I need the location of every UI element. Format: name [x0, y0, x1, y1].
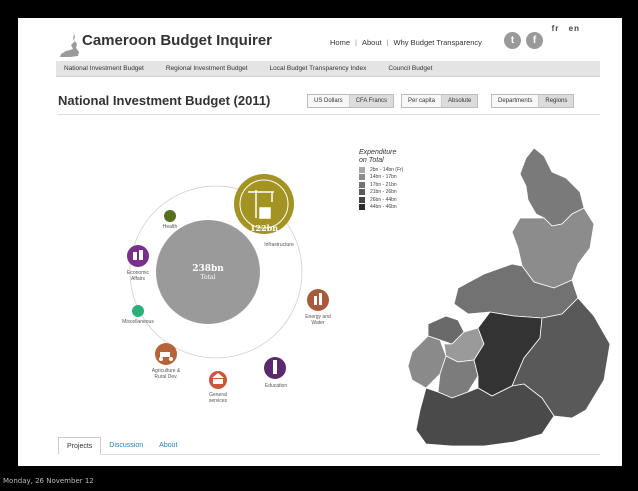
subnav-regional[interactable]: Regional Investment Budget: [162, 65, 258, 72]
usd-button[interactable]: US Dollars: [308, 95, 350, 107]
subnav-local-index[interactable]: Local Budget Transparency Index: [266, 65, 377, 72]
nav-why-transparency[interactable]: Why Budget Transparency: [394, 38, 482, 47]
title-divider: [58, 114, 600, 115]
education-icon: [273, 360, 277, 374]
legend-swatch: [359, 166, 365, 173]
bottom-tabs: Projects Discussion About: [58, 437, 600, 455]
agriculture-label: Agriculture & Rural Dev.: [151, 368, 181, 380]
legend-label: 14bn - 17bn: [370, 174, 397, 180]
nav-separator: |: [386, 38, 389, 47]
legend-label: 26bn - 44bn: [370, 196, 397, 203]
health-label: Health: [162, 224, 178, 230]
subnav-council[interactable]: Council Budget: [384, 65, 442, 72]
miscellaneous-label: Miscellaneous: [122, 319, 154, 325]
nav-home[interactable]: Home: [330, 38, 350, 47]
tab-about[interactable]: About: [151, 437, 185, 454]
regions-button[interactable]: Regions: [539, 95, 574, 107]
legend-swatch: [359, 196, 365, 203]
energy-water-bubble[interactable]: [307, 289, 329, 311]
absolute-button[interactable]: Absolute: [442, 95, 478, 107]
language-switcher: fr en: [546, 24, 580, 33]
infrastructure-label: Infrastructure: [264, 242, 294, 248]
general-services-label: General services: [208, 392, 228, 404]
page-title: National Investment Budget (2011): [58, 93, 271, 108]
legend-swatch: [359, 181, 365, 188]
tab-discussion[interactable]: Discussion: [101, 437, 151, 454]
infrastructure-amount: 122bn: [249, 223, 279, 233]
facebook-icon[interactable]: f: [526, 32, 543, 49]
cameroon-map-logo-icon[interactable]: [58, 30, 80, 58]
legend-swatch: [359, 189, 365, 195]
cfa-button[interactable]: CFA Francs: [349, 95, 394, 107]
nav-about[interactable]: About: [362, 38, 382, 47]
tab-projects[interactable]: Projects: [58, 437, 102, 455]
legend-swatch: [359, 204, 365, 210]
twitter-icon[interactable]: t: [504, 32, 521, 49]
legend-swatch: [359, 174, 365, 180]
view-toggle: Departments Regions: [491, 94, 575, 108]
os-date-status: Monday, 26 November 12: [3, 477, 94, 485]
subnav-national[interactable]: National Investment Budget: [60, 65, 154, 72]
currency-toggle: US Dollars CFA Francs: [307, 94, 395, 108]
slide-frame: fr en Cameroon Budget Inquirer Home | Ab…: [0, 0, 638, 491]
per-capita-button[interactable]: Per capita: [402, 95, 443, 107]
secondary-nav: National Investment Budget Regional Inve…: [56, 61, 600, 77]
education-label: Education: [264, 383, 288, 389]
legend-label: 44bn - 46bn: [370, 204, 397, 210]
top-nav: Home | About | Why Budget Transparency: [330, 38, 482, 47]
mode-toggle: Per capita Absolute: [401, 94, 479, 108]
economic-affairs-bubble[interactable]: [127, 245, 149, 267]
budget-bubble-chart: 238bn Total 122bn Infrastructure Health …: [88, 138, 348, 408]
lang-fr[interactable]: fr: [552, 24, 560, 33]
economic-affairs-label: Economic Affairs: [127, 270, 149, 282]
departments-button[interactable]: Departments: [492, 95, 540, 107]
total-label: Total: [200, 274, 216, 281]
browser-page: fr en Cameroon Budget Inquirer Home | Ab…: [18, 18, 622, 466]
total-amount: 238bn: [192, 264, 224, 274]
health-bubble[interactable]: [164, 210, 176, 222]
legend-label: 17bn - 21bn: [370, 181, 397, 188]
miscellaneous-bubble[interactable]: [132, 305, 144, 317]
legend-label: 21bn - 26bn: [370, 189, 397, 195]
lang-en[interactable]: en: [569, 24, 580, 33]
cameroon-regions-map: [407, 148, 611, 447]
app-title[interactable]: Cameroon Budget Inquirer: [82, 32, 272, 49]
energy-water-label: Energy and Water: [305, 314, 331, 326]
nav-separator: |: [355, 38, 357, 47]
